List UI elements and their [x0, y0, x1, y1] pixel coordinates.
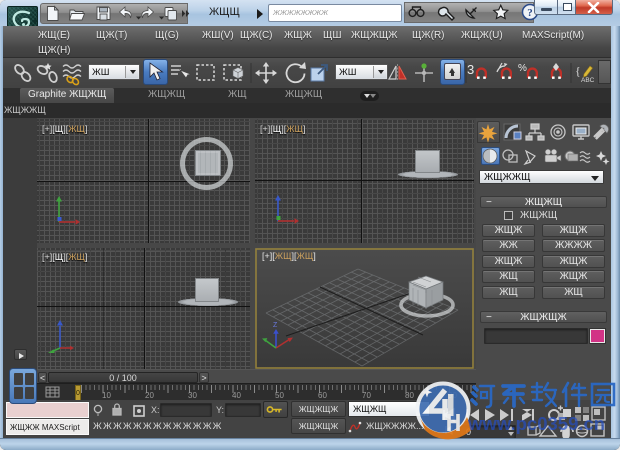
svg-text:?: ? [527, 7, 533, 19]
svg-text:%: % [518, 63, 527, 74]
svg-text:[+][ЖЩ][ЖЩ]: [+][ЖЩ][ЖЩ] [262, 251, 316, 261]
svg-text:3: 3 [467, 62, 474, 77]
svg-text:Z: Z [273, 322, 278, 329]
svg-text:{: { [575, 64, 581, 78]
svg-text:ABC: ABC [581, 77, 595, 84]
